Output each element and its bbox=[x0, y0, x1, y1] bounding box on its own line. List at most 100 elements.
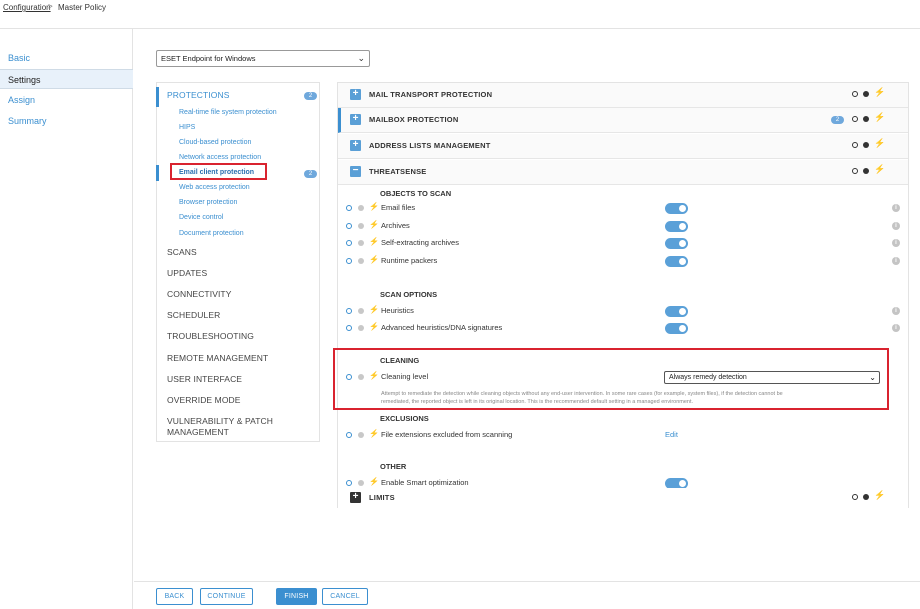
sub-cloud-protection[interactable]: Cloud-based protection bbox=[179, 139, 251, 146]
force-flag-icon[interactable] bbox=[863, 142, 869, 148]
breadcrumb-configuration[interactable]: Configuration bbox=[3, 3, 51, 12]
bolt-icon[interactable]: ⚡ bbox=[369, 477, 379, 486]
sub-realtime-protection[interactable]: Real-time file system protection bbox=[179, 109, 277, 116]
info-icon[interactable]: i bbox=[892, 239, 900, 247]
sub-document-protection[interactable]: Document protection bbox=[179, 230, 244, 237]
setting-label: File extensions excluded from scanning bbox=[381, 430, 513, 439]
bolt-icon[interactable]: ⚡ bbox=[874, 112, 885, 123]
nav-item-settings[interactable]: Settings bbox=[0, 69, 133, 89]
expand-icon[interactable]: + bbox=[350, 89, 361, 100]
bolt-icon[interactable]: ⚡ bbox=[874, 87, 885, 98]
settings-sections: + MAIL TRANSPORT PROTECTION ⚡ + MAILBOX … bbox=[337, 82, 909, 508]
category-user-interface[interactable]: USER INTERFACE bbox=[167, 374, 242, 384]
self-extracting-toggle[interactable] bbox=[665, 238, 688, 249]
category-override-mode[interactable]: OVERRIDE MODE bbox=[167, 395, 241, 405]
force-flag-icon[interactable] bbox=[358, 223, 364, 229]
bolt-icon[interactable]: ⚡ bbox=[369, 322, 379, 331]
apply-flag-icon[interactable] bbox=[346, 480, 352, 486]
bolt-icon[interactable]: ⚡ bbox=[369, 305, 379, 314]
cancel-button[interactable]: CANCEL bbox=[322, 588, 368, 605]
expand-icon[interactable]: + bbox=[350, 114, 361, 125]
category-scans[interactable]: SCANS bbox=[167, 247, 197, 257]
category-remote-management[interactable]: REMOTE MANAGEMENT bbox=[167, 353, 268, 363]
advanced-heuristics-toggle[interactable] bbox=[665, 323, 688, 334]
apply-flag-icon[interactable] bbox=[346, 308, 352, 314]
nav-item-assign[interactable]: Assign bbox=[0, 90, 133, 110]
category-protections[interactable]: PROTECTIONS bbox=[167, 90, 230, 100]
info-icon[interactable]: i bbox=[892, 257, 900, 265]
bolt-icon[interactable]: ⚡ bbox=[874, 138, 885, 149]
apply-flag-icon[interactable] bbox=[346, 432, 352, 438]
section-title: LIMITS bbox=[369, 493, 395, 502]
setting-row: ⚡ Advanced heuristics/DNA signatures i bbox=[338, 321, 908, 338]
archives-toggle[interactable] bbox=[665, 221, 688, 232]
section-mailbox[interactable]: + MAILBOX PROTECTION 2 ⚡ bbox=[338, 108, 908, 133]
edit-exclusions-link[interactable]: Edit bbox=[665, 430, 678, 439]
section-limits[interactable]: + LIMITS ⚡ bbox=[338, 488, 908, 508]
back-button[interactable]: BACK bbox=[156, 588, 193, 605]
category-troubleshooting[interactable]: TROUBLESHOOTING bbox=[167, 331, 254, 341]
objects-to-scan-heading: OBJECTS TO SCAN bbox=[380, 189, 452, 198]
bolt-icon[interactable]: ⚡ bbox=[874, 164, 885, 175]
bolt-icon[interactable]: ⚡ bbox=[369, 255, 379, 264]
section-mail-transport[interactable]: + MAIL TRANSPORT PROTECTION ⚡ bbox=[338, 83, 908, 108]
finish-button[interactable]: FINISH bbox=[276, 588, 317, 605]
apply-flag-icon[interactable] bbox=[852, 142, 858, 148]
sub-browser-protection[interactable]: Browser protection bbox=[179, 199, 237, 206]
footer-bar: BACK CONTINUE FINISH CANCEL bbox=[134, 581, 920, 609]
force-flag-icon[interactable] bbox=[863, 116, 869, 122]
bolt-icon[interactable]: ⚡ bbox=[874, 490, 885, 501]
bolt-icon[interactable]: ⚡ bbox=[369, 429, 379, 438]
bolt-icon[interactable]: ⚡ bbox=[369, 202, 379, 211]
sub-web-access-protection[interactable]: Web access protection bbox=[179, 184, 250, 191]
setting-row: ⚡ Archives i bbox=[338, 219, 908, 236]
category-updates[interactable]: UPDATES bbox=[167, 268, 207, 278]
force-flag-icon[interactable] bbox=[358, 258, 364, 264]
expand-icon[interactable]: + bbox=[350, 140, 361, 151]
scan-options-heading: SCAN OPTIONS bbox=[380, 290, 438, 299]
force-flag-icon[interactable] bbox=[358, 240, 364, 246]
expand-icon[interactable]: + bbox=[350, 492, 361, 503]
force-flag-icon[interactable] bbox=[358, 432, 364, 438]
info-icon[interactable]: i bbox=[892, 222, 900, 230]
info-icon[interactable]: i bbox=[892, 324, 900, 332]
sub-hips[interactable]: HIPS bbox=[179, 124, 195, 131]
other-heading: OTHER bbox=[380, 462, 407, 471]
force-flag-icon[interactable] bbox=[863, 91, 869, 97]
info-icon[interactable]: i bbox=[892, 307, 900, 315]
apply-flag-icon[interactable] bbox=[852, 168, 858, 174]
sub-device-control[interactable]: Device control bbox=[179, 214, 223, 221]
force-flag-icon[interactable] bbox=[358, 480, 364, 486]
apply-flag-icon[interactable] bbox=[346, 223, 352, 229]
highlight-email-client bbox=[170, 163, 267, 180]
continue-button[interactable]: CONTINUE bbox=[200, 588, 253, 605]
force-flag-icon[interactable] bbox=[863, 494, 869, 500]
collapse-icon[interactable]: − bbox=[350, 166, 361, 177]
apply-flag-icon[interactable] bbox=[852, 494, 858, 500]
nav-item-summary[interactable]: Summary bbox=[0, 111, 133, 131]
apply-flag-icon[interactable] bbox=[346, 205, 352, 211]
apply-flag-icon[interactable] bbox=[346, 325, 352, 331]
section-threatsense[interactable]: − THREATSENSE ⚡ bbox=[338, 160, 908, 185]
force-flag-icon[interactable] bbox=[358, 205, 364, 211]
force-flag-icon[interactable] bbox=[863, 168, 869, 174]
force-flag-icon[interactable] bbox=[358, 308, 364, 314]
category-scheduler[interactable]: SCHEDULER bbox=[167, 310, 220, 320]
category-vulnerability-patch[interactable]: VULNERABILITY & PATCH bbox=[167, 416, 273, 426]
product-select[interactable]: ESET Endpoint for Windows ⌄ bbox=[156, 50, 370, 67]
apply-flag-icon[interactable] bbox=[852, 91, 858, 97]
apply-flag-icon[interactable] bbox=[346, 240, 352, 246]
info-icon[interactable]: i bbox=[892, 204, 900, 212]
apply-flag-icon[interactable] bbox=[346, 258, 352, 264]
heuristics-toggle[interactable] bbox=[665, 306, 688, 317]
sub-network-access-protection[interactable]: Network access protection bbox=[179, 154, 261, 161]
runtime-packers-toggle[interactable] bbox=[665, 256, 688, 267]
section-address-lists[interactable]: + ADDRESS LISTS MANAGEMENT ⚡ bbox=[338, 134, 908, 159]
category-connectivity[interactable]: CONNECTIVITY bbox=[167, 289, 231, 299]
nav-item-basic[interactable]: Basic bbox=[0, 48, 133, 68]
apply-flag-icon[interactable] bbox=[852, 116, 858, 122]
bolt-icon[interactable]: ⚡ bbox=[369, 220, 379, 229]
force-flag-icon[interactable] bbox=[358, 325, 364, 331]
email-files-toggle[interactable] bbox=[665, 203, 688, 214]
bolt-icon[interactable]: ⚡ bbox=[369, 237, 379, 246]
